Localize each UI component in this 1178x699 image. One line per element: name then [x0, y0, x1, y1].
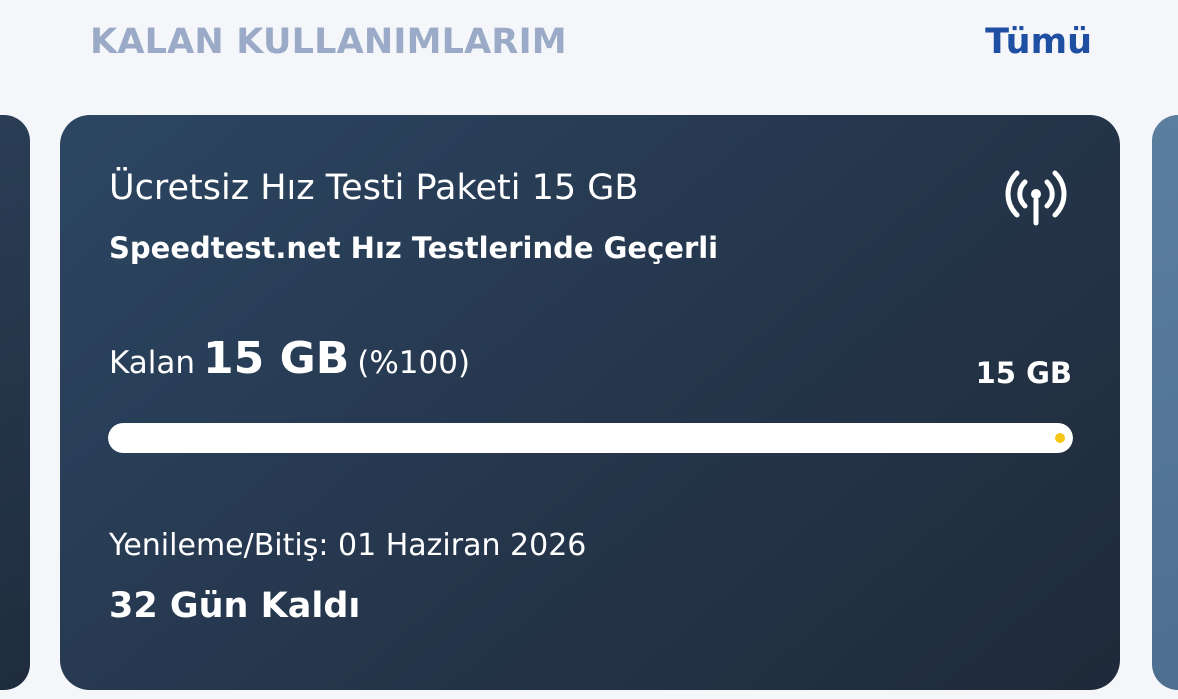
- usage-progress-fill: [108, 423, 1073, 453]
- package-card[interactable]: Ücretsiz Hız Testi Paketi 15 GB Speedtes…: [60, 115, 1120, 690]
- signal-antenna-icon: [1005, 170, 1067, 226]
- usage-progress-bar: [108, 423, 1073, 453]
- next-package-card[interactable]: [1152, 115, 1178, 690]
- see-all-link[interactable]: Tümü: [985, 20, 1092, 64]
- days-left: 32 Gün Kaldı: [109, 586, 361, 626]
- remaining-row: Kalan 15 GB (%100): [109, 329, 470, 398]
- remaining-value: 15 GB: [203, 333, 350, 384]
- remaining-percent: (%100): [357, 345, 471, 381]
- total-quota: 15 GB: [975, 356, 1072, 390]
- package-name: Ücretsiz Hız Testi Paketi 15 GB: [109, 168, 639, 208]
- remaining-label: Kalan: [109, 345, 196, 381]
- progress-indicator-dot: [1055, 433, 1065, 443]
- package-description: Speedtest.net Hız Testlerinde Geçerli: [109, 231, 719, 265]
- previous-package-card[interactable]: [0, 115, 30, 690]
- section-title: KALAN KULLANIMLARIM: [90, 22, 567, 62]
- renewal-date: Yenileme/Bitiş: 01 Haziran 2026: [109, 528, 587, 563]
